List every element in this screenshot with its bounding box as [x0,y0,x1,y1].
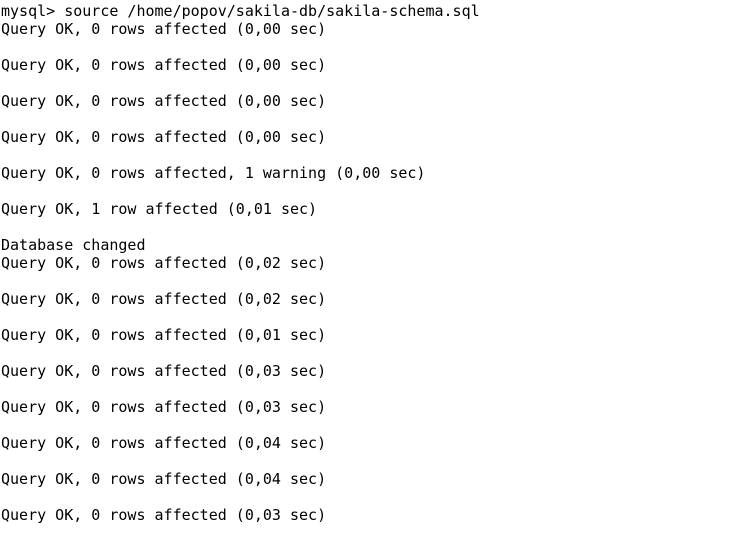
output-line: Query OK, 0 rows affected (0,00 sec) [1,128,327,146]
command-prompt-line: mysql> source /home/popov/sakila-db/saki… [1,2,480,20]
output-line: Query OK, 0 rows affected (0,02 sec) [1,290,327,308]
output-line: Database changed [1,236,146,254]
output-line: Query OK, 0 rows affected (0,03 sec) [1,362,327,380]
output-line: Query OK, 0 rows affected (0,01 sec) [1,326,327,344]
output-line: Query OK, 1 row affected (0,01 sec) [1,200,318,218]
output-line: Query OK, 0 rows affected (0,04 sec) [1,470,327,488]
output-line: Query OK, 0 rows affected (0,00 sec) [1,20,327,38]
output-line: Query OK, 0 rows affected (0,00 sec) [1,92,327,110]
output-line: Query OK, 0 rows affected (0,02 sec) [1,254,327,272]
output-line: Query OK, 0 rows affected (0,03 sec) [1,506,327,524]
output-line: Query OK, 0 rows affected (0,04 sec) [1,434,327,452]
output-line: Query OK, 0 rows affected (0,03 sec) [1,398,327,416]
terminal-output[interactable]: mysql> source /home/popov/sakila-db/saki… [1,2,480,524]
output-line: Query OK, 0 rows affected (0,00 sec) [1,56,327,74]
output-line: Query OK, 0 rows affected, 1 warning (0,… [1,164,426,182]
